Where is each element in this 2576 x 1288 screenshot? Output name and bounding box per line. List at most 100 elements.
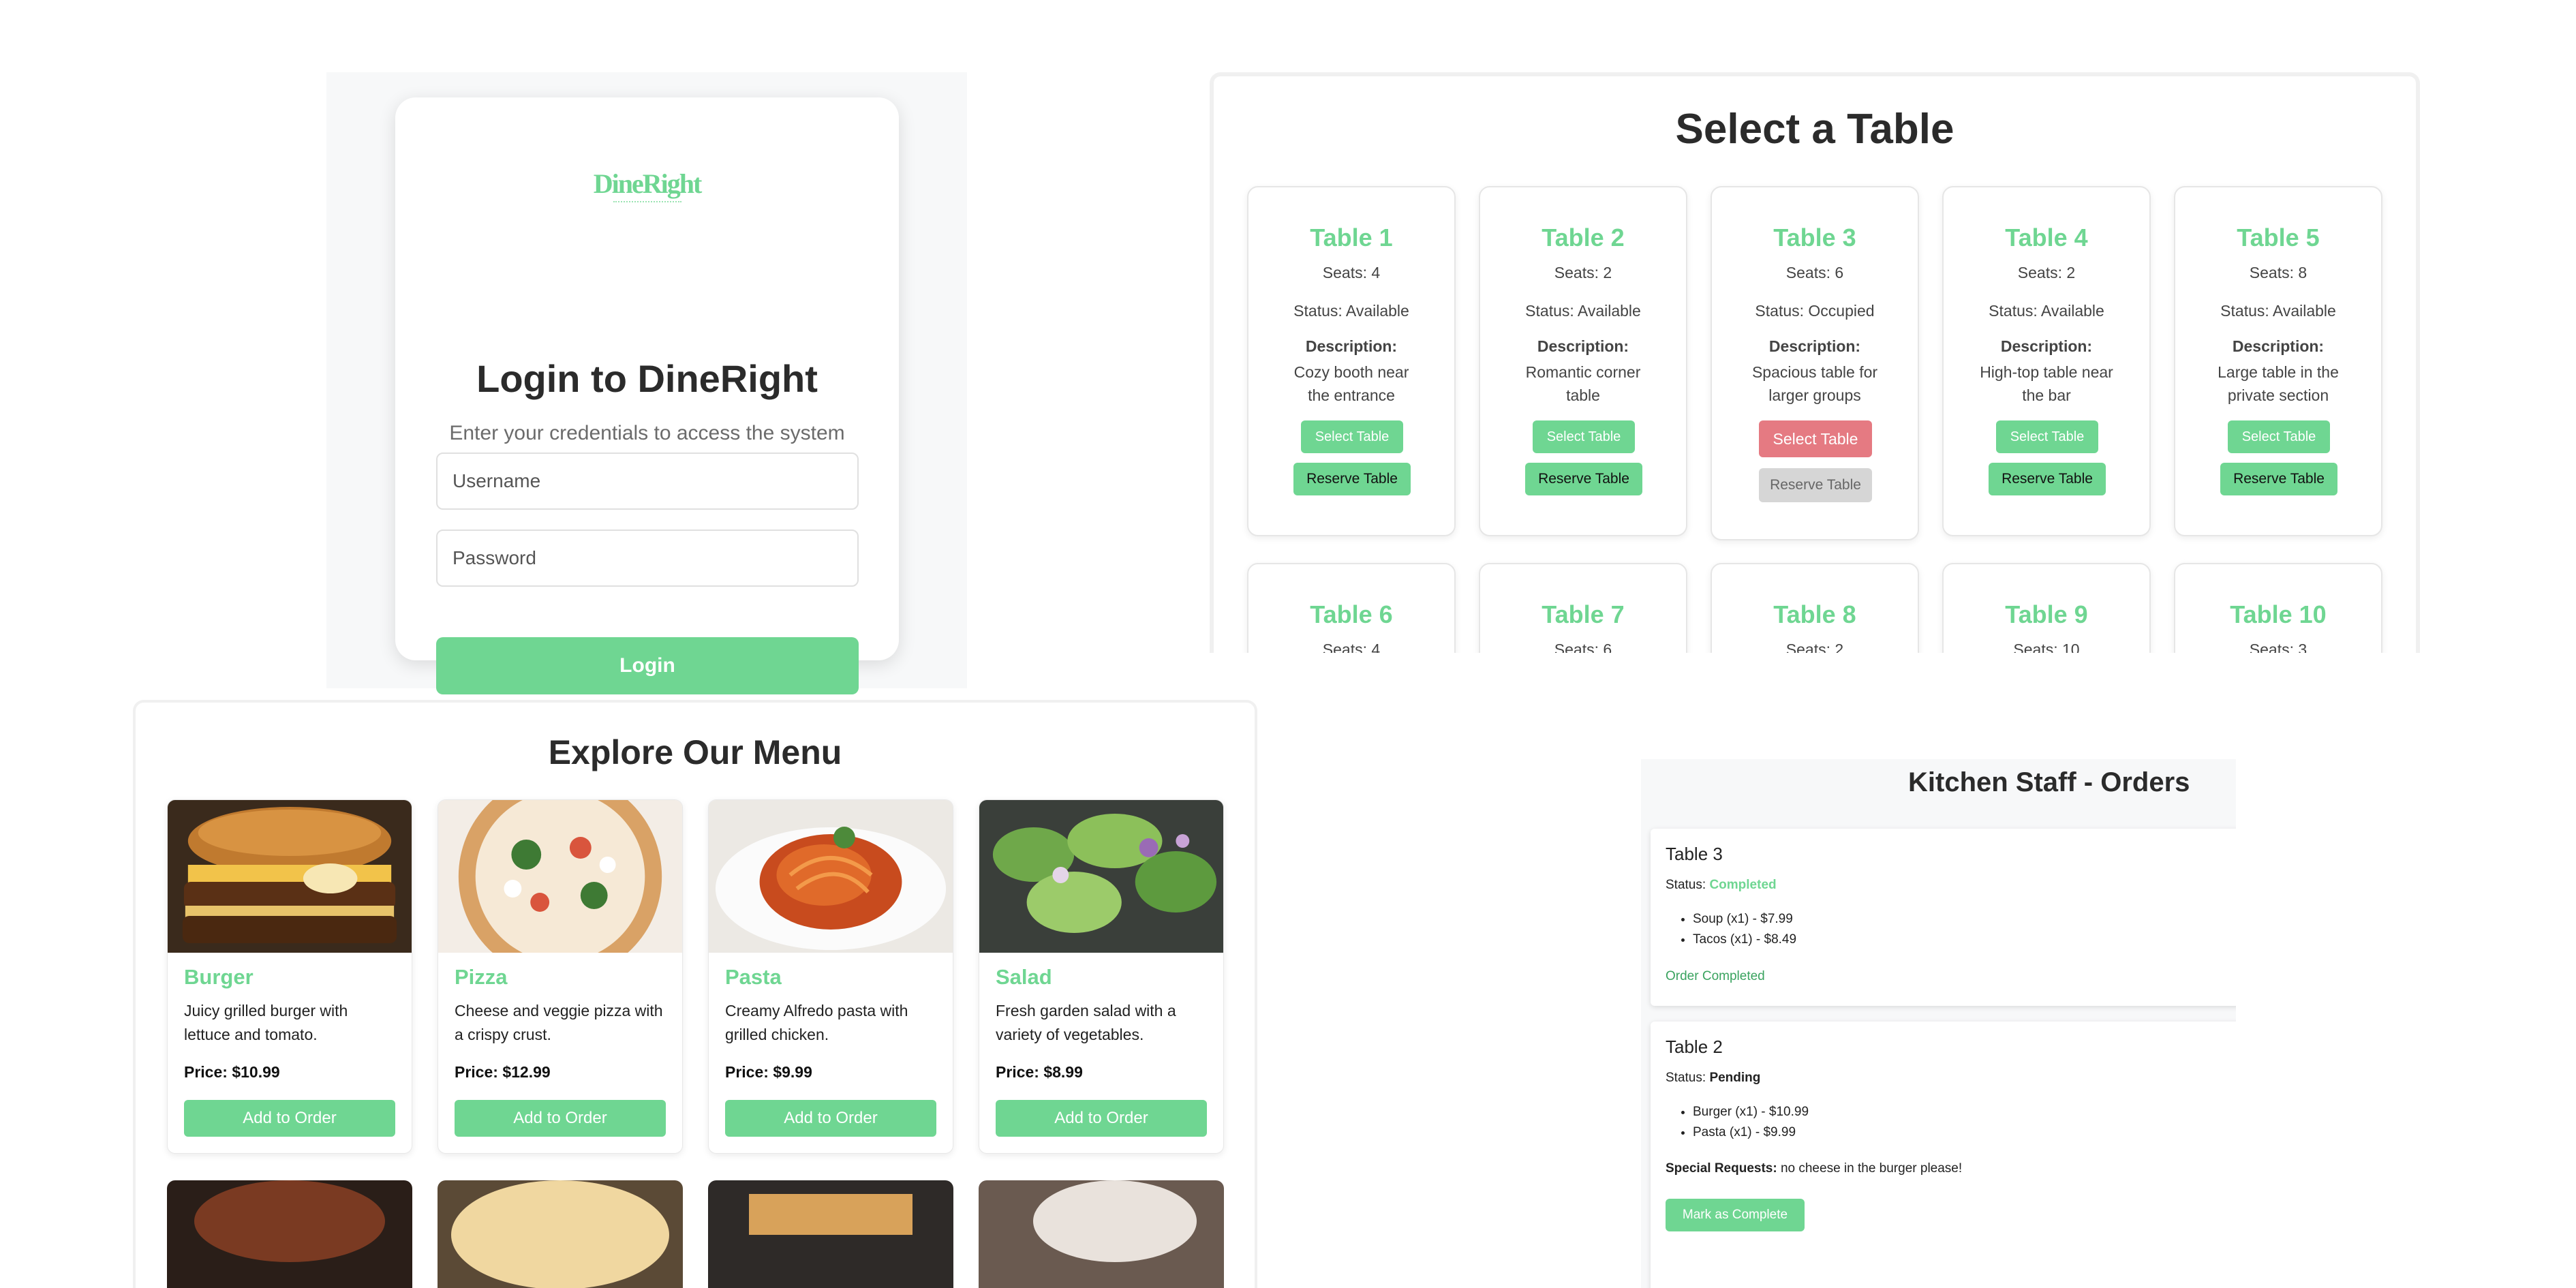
sandwich-image — [708, 1180, 953, 1288]
login-button[interactable]: Login — [436, 637, 859, 694]
status-value-pending: Pending — [1709, 1071, 1761, 1085]
table-status: Status: Available — [1989, 302, 2104, 320]
table-name: Table 2 — [1542, 224, 1625, 251]
login-panel: DineRight Login to DineRight Enter your … — [326, 72, 967, 694]
order-item: Burger (x1) - $10.99 — [1693, 1102, 1809, 1122]
table-seats: Seats: 4 — [1322, 264, 1381, 281]
special-requests-text: no cheese in the burger please! — [1780, 1161, 1963, 1176]
order-item: Soup (x1) - $7.99 — [1693, 909, 1796, 930]
description-label: Description: — [1768, 337, 1861, 355]
table-description: Large table in the private section — [2218, 363, 2339, 404]
menu-item-price: Price: $10.99 — [184, 1063, 280, 1081]
reserve-table-button[interactable]: Reserve Table — [2220, 463, 2337, 495]
menu-item-description: Juicy grilled burger with lettuce and to… — [184, 1002, 348, 1043]
login-subtitle: Enter your credentials to access the sys… — [449, 422, 845, 444]
add-to-order-button[interactable]: Add to Order — [455, 1100, 666, 1137]
table-status: Status: Available — [2220, 302, 2336, 320]
menu-item-description: Fresh garden salad with a variety of veg… — [996, 1002, 1176, 1043]
table-name: Table 1 — [1310, 224, 1393, 251]
table-card-occupied: Table 3 Seats: 6 Status: Occupied Descri… — [1711, 186, 1919, 540]
table-name: Table 9 — [2005, 600, 2088, 628]
table-seats: Seats: 3 — [2249, 641, 2307, 653]
kitchen-orders-panel: Kitchen Staff - Orders Table 3 Status: C… — [1641, 759, 2236, 1288]
menu-item-price: Price: $8.99 — [996, 1063, 1083, 1081]
table-card: Table 6 Seats: 4 — [1247, 563, 1456, 653]
table-name: Table 5 — [2237, 224, 2320, 251]
menu-item-name: Burger — [184, 965, 254, 989]
table-selection-panel: Select a Table Table 1 Seats: 4 Status: … — [1210, 72, 2420, 653]
order-card: Table 2 Status: Pending Burger (x1) - $1… — [1651, 1022, 2236, 1288]
table-card: Table 5 Seats: 8 Status: Available Descr… — [2174, 186, 2382, 536]
table-card: Table 7 Seats: 6 — [1479, 563, 1687, 653]
menu-item-price: Price: $9.99 — [725, 1063, 812, 1081]
table-seats: Seats: 10 — [2013, 641, 2080, 653]
menu-item-description: Creamy Alfredo pasta with grilled chicke… — [725, 1002, 908, 1043]
table-card: Table 2 Seats: 2 Status: Available Descr… — [1479, 186, 1687, 536]
menu-item-card: Salad Fresh garden salad with a variety … — [979, 799, 1224, 1154]
menu-item-card: Burger Juicy grilled burger with lettuce… — [167, 799, 412, 1154]
add-to-order-button[interactable]: Add to Order — [184, 1100, 395, 1137]
table-status: Status: Available — [1293, 302, 1409, 320]
order-items-list: Burger (x1) - $10.99 Pasta (x1) - $9.99 — [1666, 1102, 1809, 1143]
reserve-table-button-disabled: Reserve Table — [1759, 468, 1872, 502]
table-card: Table 10 Seats: 3 — [2174, 563, 2382, 653]
reserve-table-button[interactable]: Reserve Table — [1989, 463, 2106, 495]
table-card: Table 9 Seats: 10 — [1942, 563, 2151, 653]
table-status: Status: Occupied — [1755, 302, 1875, 320]
order-status: Status: Completed — [1666, 878, 1777, 893]
menu-item-card: Pasta Creamy Alfredo pasta with grilled … — [708, 799, 953, 1154]
table-seats: Seats: 2 — [2017, 264, 2076, 281]
table-seats: Seats: 2 — [1554, 264, 1612, 281]
select-table-button[interactable]: Select Table — [1533, 420, 1635, 453]
order-completed-note: Order Completed — [1666, 969, 1765, 983]
add-to-order-button[interactable]: Add to Order — [725, 1100, 936, 1137]
password-input[interactable] — [436, 530, 859, 587]
table-description: Spacious table for larger groups — [1751, 363, 1878, 404]
table-description: Cozy booth near the entrance — [1293, 363, 1409, 404]
table-seats: Seats: 4 — [1322, 641, 1381, 653]
select-table-button-occupied[interactable]: Select Table — [1759, 420, 1872, 457]
login-card: DineRight Login to DineRight Enter your … — [395, 97, 899, 694]
login-title: Login to DineRight — [476, 357, 818, 400]
order-table-name: Table 3 — [1666, 844, 1723, 864]
description-label: Description: — [2000, 337, 2093, 355]
table-name: Table 8 — [1773, 600, 1856, 628]
description-label: Description: — [2232, 337, 2325, 355]
reserve-table-button[interactable]: Reserve Table — [1293, 463, 1411, 495]
table-card: Table 4 Seats: 2 Status: Available Descr… — [1942, 186, 2151, 536]
special-requests-label: Special Requests: — [1666, 1161, 1777, 1176]
menu-item-description: Cheese and veggie pizza with a crispy cr… — [455, 1002, 663, 1043]
reserve-table-button[interactable]: Reserve Table — [1525, 463, 1642, 495]
order-item: Pasta (x1) - $9.99 — [1693, 1122, 1809, 1143]
table-description: High-top table near the bar — [1980, 363, 2113, 404]
order-item: Tacos (x1) - $8.49 — [1693, 930, 1796, 950]
steak-image — [167, 1180, 412, 1288]
table-seats: Seats: 6 — [1554, 641, 1612, 653]
table-name: Table 6 — [1310, 600, 1393, 628]
add-to-order-button[interactable]: Add to Order — [996, 1100, 1207, 1137]
mark-as-complete-button[interactable]: Mark as Complete — [1666, 1199, 1805, 1231]
menu-panel: Explore Our Menu Burger Juicy grilled bu… — [133, 700, 1257, 1288]
table-name: Table 7 — [1542, 600, 1625, 628]
dineright-logo: DineRight — [395, 168, 899, 205]
menu-item-name: Pasta — [725, 965, 782, 989]
table-seats: Seats: 6 — [1785, 264, 1844, 281]
select-table-button[interactable]: Select Table — [1301, 420, 1403, 453]
table-status: Status: Available — [1525, 302, 1641, 320]
select-table-button[interactable]: Select Table — [2228, 420, 2330, 453]
status-value-completed: Completed — [1709, 878, 1777, 892]
order-card: Table 3 Status: Completed Soup (x1) - $7… — [1651, 829, 2236, 1006]
tables-title: Select a Table — [1675, 106, 1954, 153]
pasta-image — [709, 800, 953, 953]
order-table-name: Table 2 — [1666, 1037, 1723, 1057]
username-input[interactable] — [436, 453, 859, 510]
table-seats: Seats: 8 — [2249, 264, 2307, 281]
special-requests: Special Requests: no cheese in the burge… — [1666, 1161, 1962, 1176]
logo-text: DineRight — [593, 168, 703, 199]
table-card: Table 1 Seats: 4 Status: Available Descr… — [1247, 186, 1456, 536]
kitchen-title: Kitchen Staff - Orders — [1908, 767, 2190, 797]
table-card: Table 8 Seats: 2 — [1711, 563, 1919, 653]
menu-item-price: Price: $12.99 — [455, 1063, 551, 1081]
select-table-button[interactable]: Select Table — [1996, 420, 2098, 453]
menu-item-card: Pizza Cheese and veggie pizza with a cri… — [438, 799, 683, 1154]
